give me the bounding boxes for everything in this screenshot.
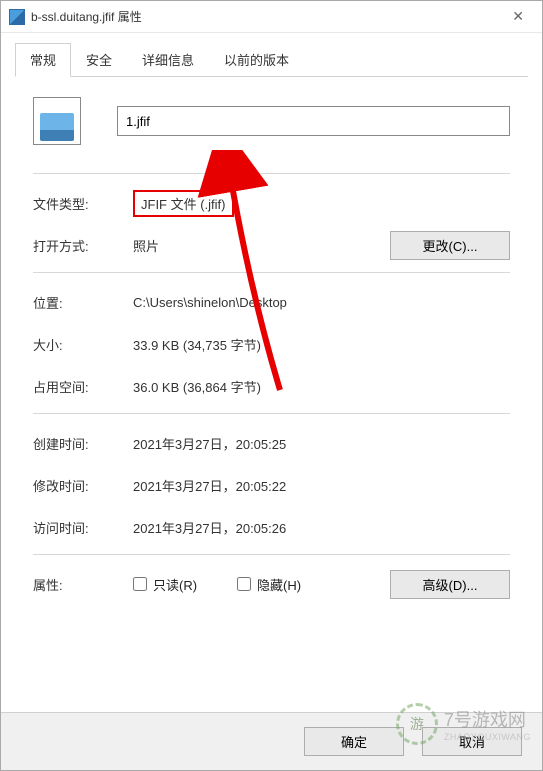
tab-previous[interactable]: 以前的版本 xyxy=(209,43,304,76)
label-size: 大小: xyxy=(33,335,133,354)
tab-list: 常规 安全 详细信息 以前的版本 xyxy=(15,43,528,77)
value-openwith: 照片 xyxy=(133,236,390,255)
label-filetype: 文件类型: xyxy=(33,194,133,213)
value-created: 2021年3月27日，20:05:25 xyxy=(133,434,510,453)
label-attributes: 属性: xyxy=(33,575,133,594)
filename-row xyxy=(33,97,510,145)
watermark-sub: ZHAOYOUXIWANG xyxy=(444,732,531,742)
watermark: 游 7号游戏网 ZHAOYOUXIWANG xyxy=(396,703,531,745)
value-filetype: JFIF 文件 (.jfif) xyxy=(133,190,510,217)
label-ondisk: 占用空间: xyxy=(33,377,133,396)
row-accessed: 访问时间: 2021年3月27日，20:05:26 xyxy=(33,512,510,542)
hidden-text: 隐藏(H) xyxy=(257,575,301,594)
watermark-text: 7号游戏网 ZHAOYOUXIWANG xyxy=(444,706,531,742)
label-created: 创建时间: xyxy=(33,434,133,453)
hidden-checkbox-label[interactable]: 隐藏(H) xyxy=(237,575,301,594)
label-accessed: 访问时间: xyxy=(33,518,133,537)
value-accessed: 2021年3月27日，20:05:26 xyxy=(133,518,510,537)
row-modified: 修改时间: 2021年3月27日，20:05:22 xyxy=(33,470,510,500)
readonly-checkbox[interactable] xyxy=(133,577,147,591)
row-ondisk: 占用空间: 36.0 KB (36,864 字节) xyxy=(33,371,510,401)
row-attributes: 属性: 只读(R) 隐藏(H) 高级(D)... xyxy=(33,569,510,599)
change-button[interactable]: 更改(C)... xyxy=(390,231,510,260)
titlebar: b-ssl.duitang.jfif 属性 ✕ xyxy=(1,1,542,33)
label-openwith: 打开方式: xyxy=(33,236,133,255)
ok-button[interactable]: 确定 xyxy=(304,727,404,756)
divider xyxy=(33,554,510,555)
row-created: 创建时间: 2021年3月27日，20:05:25 xyxy=(33,428,510,458)
watermark-main: 7号游戏网 xyxy=(444,710,526,730)
window-icon xyxy=(9,9,25,25)
image-icon xyxy=(40,113,74,141)
window-title: b-ssl.duitang.jfif 属性 xyxy=(31,8,502,25)
label-modified: 修改时间: xyxy=(33,476,133,495)
filename-input[interactable] xyxy=(117,106,510,136)
file-icon xyxy=(33,97,81,145)
row-location: 位置: C:\Users\shinelon\Desktop xyxy=(33,287,510,317)
value-location: C:\Users\shinelon\Desktop xyxy=(133,295,510,310)
readonly-text: 只读(R) xyxy=(153,575,197,594)
row-openwith: 打开方式: 照片 更改(C)... xyxy=(33,230,510,260)
tab-content-general: 文件类型: JFIF 文件 (.jfif) 打开方式: 照片 更改(C)... … xyxy=(15,77,528,712)
tab-security[interactable]: 安全 xyxy=(71,43,127,76)
filetype-highlight: JFIF 文件 (.jfif) xyxy=(133,190,234,217)
tab-area: 常规 安全 详细信息 以前的版本 文件类型: JFIF 文件 (.jfif) 打… xyxy=(1,33,542,712)
watermark-logo-icon: 游 xyxy=(396,703,438,745)
divider xyxy=(33,413,510,414)
label-location: 位置: xyxy=(33,293,133,312)
value-ondisk: 36.0 KB (36,864 字节) xyxy=(133,377,510,396)
divider xyxy=(33,173,510,174)
value-modified: 2021年3月27日，20:05:22 xyxy=(133,476,510,495)
attribute-checks: 只读(R) 隐藏(H) xyxy=(133,575,390,594)
readonly-checkbox-label[interactable]: 只读(R) xyxy=(133,575,197,594)
row-size: 大小: 33.9 KB (34,735 字节) xyxy=(33,329,510,359)
properties-window: b-ssl.duitang.jfif 属性 ✕ 常规 安全 详细信息 以前的版本… xyxy=(0,0,543,771)
advanced-button[interactable]: 高级(D)... xyxy=(390,570,510,599)
tab-general[interactable]: 常规 xyxy=(15,43,71,77)
hidden-checkbox[interactable] xyxy=(237,577,251,591)
close-button[interactable]: ✕ xyxy=(502,4,534,29)
value-size: 33.9 KB (34,735 字节) xyxy=(133,335,510,354)
row-filetype: 文件类型: JFIF 文件 (.jfif) xyxy=(33,188,510,218)
divider xyxy=(33,272,510,273)
tab-details[interactable]: 详细信息 xyxy=(127,43,209,76)
